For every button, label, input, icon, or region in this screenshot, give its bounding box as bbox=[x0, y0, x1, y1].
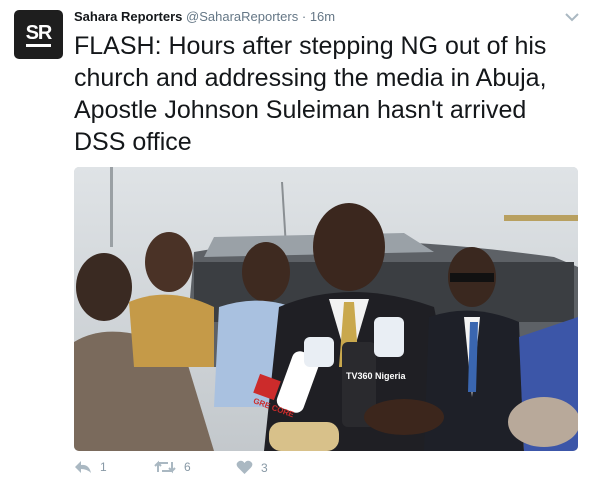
reply-icon bbox=[75, 461, 91, 473]
tweet-photo[interactable]: TV360 Nigeria GRE CORE bbox=[74, 167, 578, 451]
mic-label-tv360: TV360 Nigeria bbox=[346, 371, 407, 381]
like-count: 3 bbox=[261, 460, 268, 475]
retweet-button[interactable]: 6 bbox=[154, 460, 191, 474]
press-scene-photo: TV360 Nigeria GRE CORE bbox=[74, 167, 578, 451]
author-fullname[interactable]: Sahara Reporters bbox=[74, 9, 182, 24]
avatar-logo: SR bbox=[25, 23, 52, 47]
tweet-timestamp[interactable]: 16m bbox=[310, 9, 335, 24]
reply-button[interactable]: 1 bbox=[74, 460, 107, 474]
reply-count: 1 bbox=[100, 460, 107, 474]
avatar[interactable]: SR bbox=[14, 10, 63, 59]
heart-icon bbox=[236, 460, 253, 474]
like-button[interactable]: 3 bbox=[236, 460, 268, 475]
author-username[interactable]: @SaharaReporters bbox=[186, 9, 298, 24]
header-separator: · bbox=[301, 9, 307, 24]
retweet-count: 6 bbox=[184, 460, 191, 474]
retweet-icon bbox=[154, 460, 176, 474]
tweet-text: FLASH: Hours after stepping NG out of hi… bbox=[74, 32, 547, 156]
dropdown-chevron-icon[interactable] bbox=[565, 12, 579, 22]
tweet-header: Sahara Reporters @SaharaReporters · 16m bbox=[74, 9, 335, 24]
tweet-card[interactable]: SR Sahara Reporters @SaharaReporters · 1… bbox=[0, 0, 589, 492]
